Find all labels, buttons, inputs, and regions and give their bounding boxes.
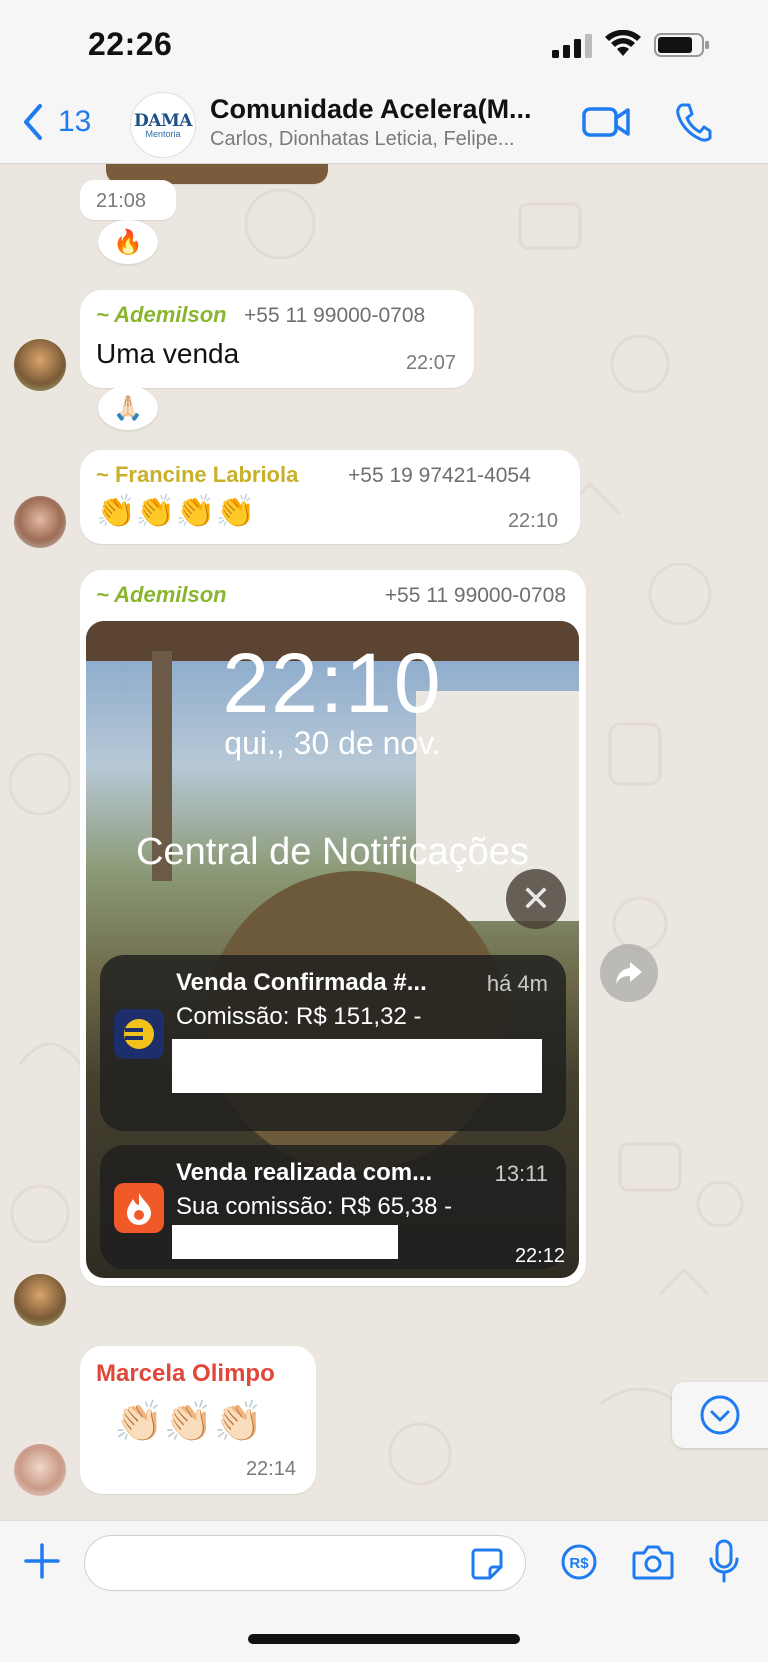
camera-icon[interactable] [632,1543,674,1581]
status-time: 22:26 [88,26,173,62]
message-reaction[interactable]: 🙏🏻 [98,386,158,430]
chat-area[interactable]: 21:08 🔥 ~ Ademilson +55 11 99000-0708 Um… [0,164,768,1520]
chat-members[interactable]: Carlos, Dionhatas Leticia, Felipe... [210,128,560,151]
chat-header: 22:26 13 DAMA Mentoria Comunidade Aceler… [0,0,768,164]
sender-phone: +55 11 99000-0708 [244,304,426,327]
notification-time: 13:11 [494,1161,548,1186]
lockscreen-date: qui., 30 de nov. [224,725,441,761]
sender-name[interactable]: ~ Ademilson [96,582,227,608]
sender-name[interactable]: ~ Ademilson [96,302,227,328]
forward-button[interactable] [600,944,658,1002]
avatar[interactable] [14,1444,66,1496]
message-time: 22:14 [245,1458,296,1480]
chevron-down-circle-icon [700,1395,740,1435]
wifi-icon [605,30,641,56]
redaction-box [172,1225,398,1259]
notification-card: Venda realizada com... 13:11 Sua comissã… [100,1145,566,1269]
message-input[interactable] [84,1535,526,1591]
message-text: 👏👏👏👏 [96,493,256,529]
message-bubble[interactable]: ~ Ademilson +55 11 99000-0708 Uma venda … [80,290,474,388]
close-icon: ✕ [506,869,566,929]
notification-center-title: Central de Notificações [136,831,529,873]
message-time: 22:12 [514,1245,565,1267]
message-reaction[interactable]: 🔥 [98,220,158,264]
notification-card: Venda Confirmada #... há 4m Comissão: R$… [100,955,566,1131]
group-avatar-sub: Mentoria [145,129,181,139]
sender-phone: +55 11 99000-0708 [384,584,566,607]
message-time: 22:07 [405,352,456,374]
app-icon [114,1183,164,1233]
shared-screenshot[interactable]: 22:10 qui., 30 de nov. Central de Notifi… [86,621,579,1278]
avatar[interactable] [14,496,66,548]
plus-icon[interactable] [24,1543,60,1579]
sticker-icon[interactable] [470,1547,504,1581]
cellular-signal-icon [552,34,592,58]
chevron-left-icon [24,104,42,140]
forward-icon [616,962,642,984]
scroll-to-bottom-button[interactable] [672,1382,768,1448]
svg-text:R$: R$ [569,1555,589,1572]
microphone-icon[interactable] [708,1539,740,1583]
message-bubble[interactable]: ~ Francine Labriola +55 19 97421-4054 👏👏… [80,450,580,544]
message-text: Uma venda [96,338,240,369]
notification-body: Sua comissão: R$ 65,38 - [176,1193,453,1220]
sender-name[interactable]: Marcela Olimpo [96,1360,275,1388]
home-indicator [248,1634,520,1644]
notification-title: Venda Confirmada #... [176,969,427,996]
lockscreen-time: 22:10 [222,636,443,730]
video-call-icon[interactable] [582,104,630,140]
sender-phone: +55 19 97421-4054 [348,464,531,487]
phone-call-icon[interactable] [674,102,712,142]
avatar[interactable] [14,339,66,391]
message-bubble[interactable]: 21:08 [80,180,176,220]
app-logo-icon [124,1019,154,1049]
app-icon [114,1009,164,1059]
message-time: 22:10 [507,510,558,532]
message-time: 21:08 [96,190,147,212]
notification-time: há 4m [486,971,548,996]
avatar[interactable] [14,1274,66,1326]
battery-icon [654,33,709,57]
group-avatar[interactable]: DAMA Mentoria [130,92,196,158]
message-text: 👏🏻👏🏻👏🏻 [114,1400,264,1444]
notification-title: Venda realizada com... [176,1159,433,1186]
chat-title[interactable]: Comunidade Acelera(M... [210,94,560,125]
payment-icon[interactable]: R$ [560,1543,598,1581]
flame-icon [127,1193,151,1225]
unread-count: 13 [58,105,92,138]
message-bubble[interactable]: Marcela Olimpo 👏🏻👏🏻👏🏻 22:14 [80,1346,316,1494]
back-button[interactable]: 13 [20,102,91,142]
redaction-box [172,1039,542,1093]
sender-name[interactable]: ~ Francine Labriola [96,462,298,488]
notification-body: Comissão: R$ 151,32 - [176,1003,422,1030]
group-avatar-logo: DAMA [134,111,192,131]
